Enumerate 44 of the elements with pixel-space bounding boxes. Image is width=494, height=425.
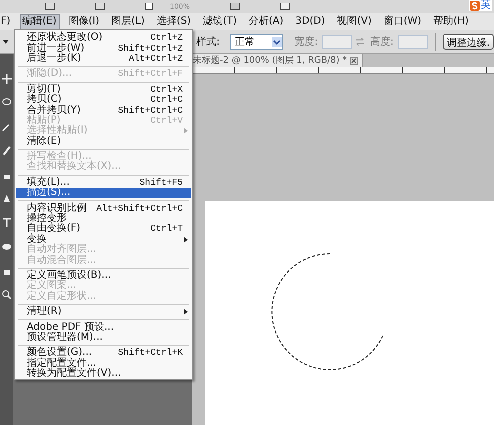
menu-item[interactable]: 指定配置文件... [16,358,191,369]
type-tool-icon[interactable] [2,218,12,228]
menu-bar-item[interactable]: 编辑(E) [20,14,60,30]
menu-item[interactable]: 预设管理器(M)... [16,332,191,344]
size-label: 宽度: [294,36,318,48]
menu-item[interactable]: 变换 [16,234,191,246]
ime-logo-icon[interactable] [470,0,480,10]
menu-bar-item[interactable]: 视图(V) [334,14,375,30]
menu-item[interactable]: 前进一步(W) Shift+Ctrl+Z [16,43,191,54]
menu-bar-item[interactable]: 图层(L) [108,14,148,30]
menu-bar-item[interactable]: F) [0,14,14,30]
style-label: 样式: [196,36,220,48]
lasso-tool-icon[interactable] [2,98,12,108]
menu-item[interactable]: 填充(L)... Shift+F5 [16,178,191,188]
menu-item[interactable]: 后退一步(K) Alt+Ctrl+Z [16,54,191,64]
menu-item[interactable]: 颜色设置(G)... Shift+Ctrl+K [16,348,191,359]
zoom-tool-icon[interactable] [2,290,12,300]
menu-bar-item[interactable]: 图像(I) [66,14,103,30]
menu-item[interactable]: 剪切(T) Ctrl+X [16,84,191,95]
menu-item[interactable]: 清除(E) [16,136,191,147]
menu-item[interactable]: 内容识别比例 Alt+Shift+Ctrl+C [16,203,191,214]
menu-bar-item[interactable]: 滤镜(T) [200,14,240,30]
style-dropdown[interactable]: 正常 [230,34,283,50]
menu-item[interactable]: 转换为配置文件(V)... [16,368,191,380]
menu-item[interactable]: 清理(R) [16,306,191,318]
menu-bar-item[interactable]: 选择(S) [154,14,194,30]
document-tab[interactable]: 未标题-2 @ 100% (图层 1, RGB/8) * [192,54,364,67]
caret-icon[interactable] [3,40,9,44]
menu-item[interactable]: 还原状态更改(O) Ctrl+Z [16,33,191,44]
menu-item[interactable]: 描边(S)... [16,188,191,198]
menu-bar-item[interactable]: 窗口(W) [380,14,425,30]
ellipse-tool-icon[interactable] [2,242,12,252]
move-tool-icon[interactable] [2,74,12,84]
size-label: 高度: [370,36,394,48]
menu-bar-item[interactable]: 分析(A) [246,14,287,30]
menu-item[interactable]: Adobe PDF 预设... [16,322,191,333]
dropdown-arrow-icon [272,36,282,46]
refine-edge-button[interactable]: 调整边缘. [442,34,494,50]
menu-item[interactable]: 自由变换(F) Ctrl+T [16,224,191,235]
menu-item[interactable]: 拷贝(C) Ctrl+C [16,94,191,106]
menu-item[interactable]: 合并拷贝(Y) Shift+Ctrl+C [16,105,191,116]
menu-bar-item[interactable]: 帮助(H) [430,14,472,30]
close-icon[interactable] [350,56,358,64]
menu-bar-item[interactable]: 3D(D) [292,14,328,30]
